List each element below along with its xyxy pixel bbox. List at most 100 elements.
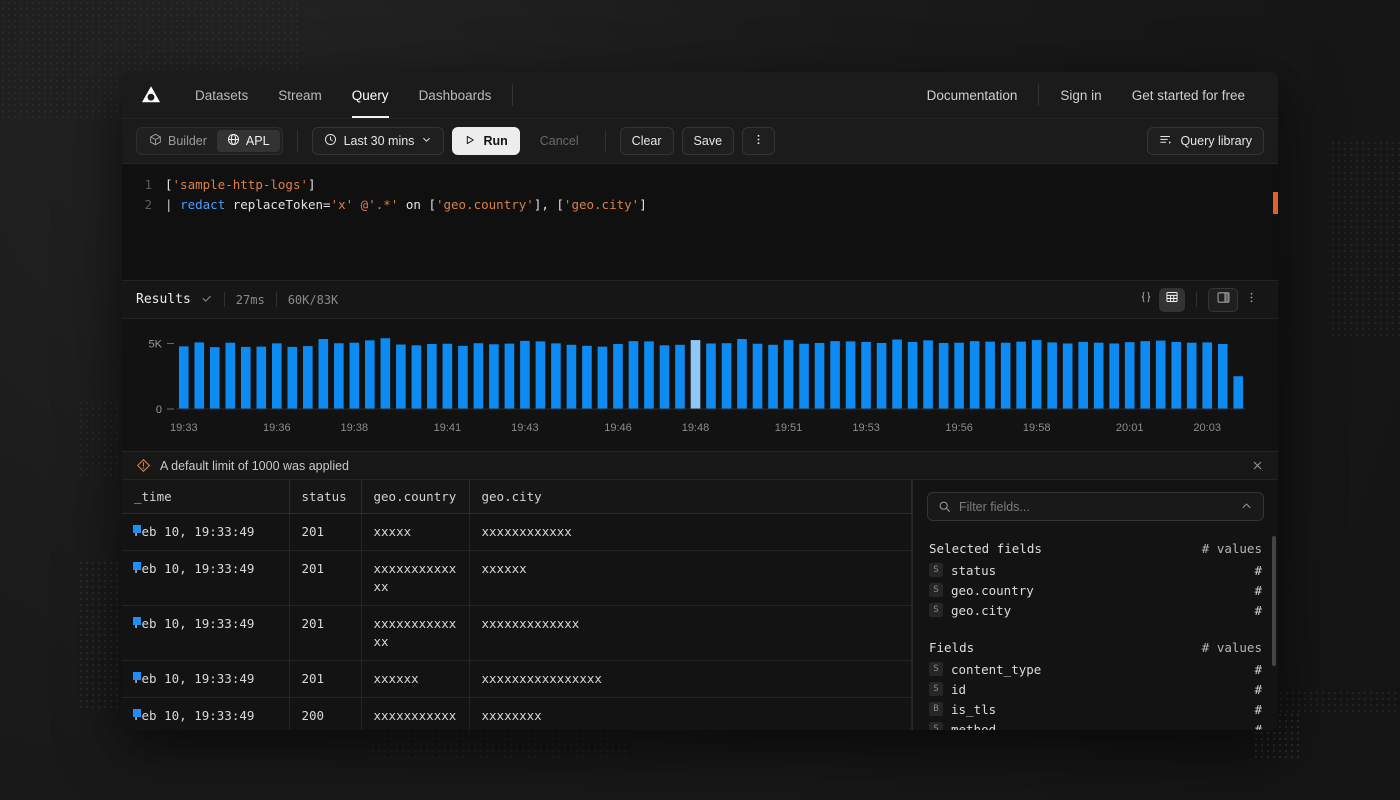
json-view-button[interactable] xyxy=(1133,288,1159,312)
column-header-city[interactable]: geo.city xyxy=(469,480,912,514)
histogram-bar[interactable] xyxy=(489,344,499,409)
histogram-bar[interactable] xyxy=(381,338,391,409)
field-method[interactable]: Smethod# xyxy=(927,719,1264,730)
histogram-bar[interactable] xyxy=(210,347,220,409)
field-content-type[interactable]: Scontent_type# xyxy=(927,659,1264,679)
filter-fields-input[interactable] xyxy=(959,500,1232,514)
histogram-bar[interactable] xyxy=(1016,342,1026,409)
histogram-bar[interactable] xyxy=(256,347,266,409)
histogram-bar[interactable] xyxy=(737,339,747,409)
histogram-bar[interactable] xyxy=(225,343,235,409)
histogram-bar[interactable] xyxy=(846,341,856,409)
histogram-bar[interactable] xyxy=(908,342,918,409)
histogram-bar[interactable] xyxy=(458,346,468,409)
results-collapse-toggle[interactable] xyxy=(200,293,213,306)
histogram-bar[interactable] xyxy=(582,346,592,409)
histogram-bar[interactable] xyxy=(241,347,251,409)
time-range-selector[interactable]: Last 30 mins xyxy=(312,127,445,155)
histogram-bar[interactable] xyxy=(443,344,453,409)
histogram-bar[interactable] xyxy=(892,340,902,409)
histogram-bar[interactable] xyxy=(1001,343,1011,409)
histogram-bar[interactable] xyxy=(1202,342,1212,409)
histogram-bar[interactable] xyxy=(194,342,204,409)
histogram-bar[interactable] xyxy=(1125,342,1135,409)
field-id[interactable]: Sid# xyxy=(927,679,1264,699)
histogram-bar[interactable] xyxy=(1047,342,1057,409)
histogram-bar[interactable] xyxy=(613,344,623,409)
nav-item-documentation[interactable]: Documentation xyxy=(912,72,1033,118)
histogram-bar[interactable] xyxy=(1094,343,1104,409)
histogram-bar[interactable] xyxy=(830,341,840,409)
selected-field-geo-country[interactable]: Sgeo.country# xyxy=(927,580,1264,600)
histogram-bar[interactable] xyxy=(691,340,701,409)
histogram-bar[interactable] xyxy=(567,345,577,409)
close-icon[interactable] xyxy=(1251,459,1264,472)
histogram-bar[interactable] xyxy=(970,341,980,409)
histogram-bar[interactable] xyxy=(396,345,406,409)
nav-item-stream[interactable]: Stream xyxy=(263,72,337,118)
field-is-tls[interactable]: Bis_tls# xyxy=(927,699,1264,719)
run-button[interactable]: Run xyxy=(452,127,519,155)
histogram-bar[interactable] xyxy=(1233,376,1243,409)
clear-button[interactable]: Clear xyxy=(620,127,674,155)
histogram-bar[interactable] xyxy=(412,345,422,409)
column-header-time[interactable]: _time xyxy=(122,480,289,514)
table-row[interactable]: Feb 10, 19:33:49200xxxxxxxxxxxxxxxxxxxxx xyxy=(122,698,912,731)
histogram-bar[interactable] xyxy=(1078,342,1088,409)
histogram-bar[interactable] xyxy=(1156,341,1166,409)
histogram-bar[interactable] xyxy=(939,343,949,409)
histogram-bar[interactable] xyxy=(815,343,825,409)
histogram-bar[interactable] xyxy=(784,340,794,409)
histogram-bar[interactable] xyxy=(350,343,360,409)
table-row[interactable]: Feb 10, 19:33:49201xxxxxxxxxxxxxxxxxxx xyxy=(122,551,912,606)
mode-builder-button[interactable]: Builder xyxy=(139,130,217,152)
histogram-bar[interactable] xyxy=(319,339,329,409)
table-row[interactable]: Feb 10, 19:33:49201xxxxxxxxxxxxxxxxx xyxy=(122,514,912,551)
fields-scrollbar[interactable] xyxy=(1272,536,1276,666)
histogram-bar[interactable] xyxy=(598,347,608,409)
histogram-bar[interactable] xyxy=(660,345,670,409)
histogram-bar[interactable] xyxy=(877,343,887,409)
apl-query-editor[interactable]: 1['sample-http-logs']2| redact replaceTo… xyxy=(122,164,1278,281)
column-header-status[interactable]: status xyxy=(289,480,361,514)
histogram-bar[interactable] xyxy=(1063,343,1073,409)
histogram-bar[interactable] xyxy=(365,340,375,409)
histogram-bar[interactable] xyxy=(1109,343,1119,409)
histogram-bar[interactable] xyxy=(536,341,546,409)
column-header-country[interactable]: geo.country xyxy=(361,480,469,514)
table-row[interactable]: Feb 10, 19:33:49201xxxxxxxxxxxxxxxxxxxxx… xyxy=(122,606,912,661)
save-button[interactable]: Save xyxy=(682,127,735,155)
histogram-bar[interactable] xyxy=(861,342,871,409)
nav-item-datasets[interactable]: Datasets xyxy=(180,72,263,118)
histogram-bar[interactable] xyxy=(334,343,344,409)
results-histogram-chart[interactable]: 5K019:3319:3619:3819:4119:4319:4619:4819… xyxy=(122,319,1278,452)
histogram-bar[interactable] xyxy=(629,341,639,409)
side-panel-toggle-button[interactable] xyxy=(1208,288,1238,312)
histogram-bar[interactable] xyxy=(505,344,515,409)
toolbar-more-button[interactable] xyxy=(742,127,775,155)
table-view-button[interactable] xyxy=(1159,288,1185,312)
query-library-button[interactable]: Query library xyxy=(1147,127,1264,155)
histogram-bar[interactable] xyxy=(644,341,654,409)
selected-field-status[interactable]: Sstatus# xyxy=(927,560,1264,580)
chevron-up-icon[interactable] xyxy=(1240,500,1253,513)
results-more-button[interactable] xyxy=(1238,288,1264,312)
nav-item-sign-in[interactable]: Sign in xyxy=(1045,72,1116,118)
histogram-bar[interactable] xyxy=(722,343,732,409)
nav-item-dashboards[interactable]: Dashboards xyxy=(404,72,507,118)
histogram-bar[interactable] xyxy=(474,343,484,409)
histogram-bar[interactable] xyxy=(985,342,995,409)
histogram-bar[interactable] xyxy=(706,343,716,409)
histogram-bar[interactable] xyxy=(1032,340,1042,409)
results-table-container[interactable]: _time status geo.country geo.city Feb 10… xyxy=(122,480,913,730)
mode-apl-button[interactable]: APL xyxy=(217,130,280,152)
histogram-bar[interactable] xyxy=(753,344,763,409)
histogram-bar[interactable] xyxy=(272,343,282,409)
histogram-bar[interactable] xyxy=(1218,344,1228,409)
histogram-bar[interactable] xyxy=(1140,341,1150,409)
histogram-bar[interactable] xyxy=(551,343,561,409)
histogram-bar[interactable] xyxy=(799,344,809,409)
histogram-bar[interactable] xyxy=(427,344,437,409)
histogram-bar[interactable] xyxy=(675,345,685,409)
nav-item-get-started[interactable]: Get started for free xyxy=(1117,72,1260,118)
